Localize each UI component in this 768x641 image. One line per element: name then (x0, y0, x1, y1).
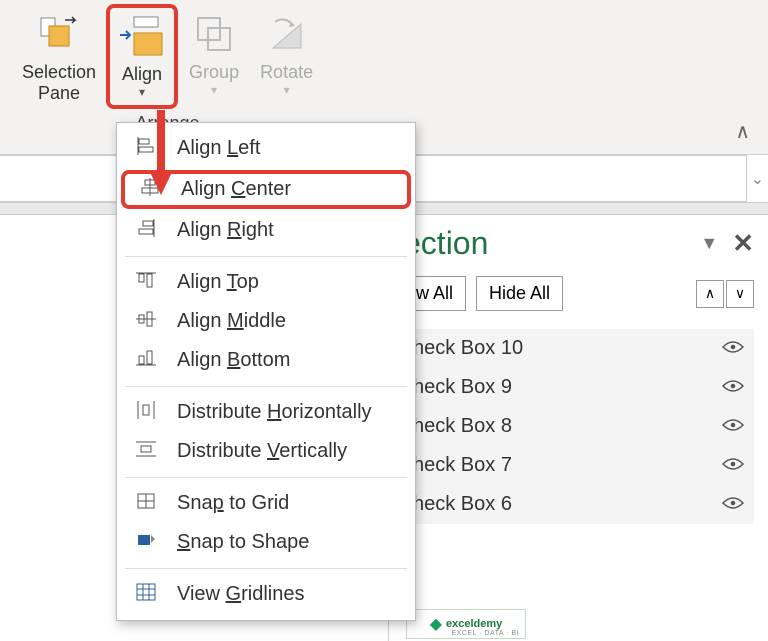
distribute-horizontally-item[interactable]: Distribute Horizontally (117, 393, 415, 432)
distribute-vertical-icon (133, 440, 159, 463)
align-icon (118, 12, 166, 60)
list-item-label: heck Box 6 (413, 493, 512, 516)
menu-separator (125, 256, 407, 257)
view-gridlines-label: View Gridlines (177, 583, 304, 606)
list-item-label: heck Box 10 (413, 337, 523, 360)
collapse-ribbon-icon[interactable]: ∧ (735, 119, 750, 144)
gridlines-icon (133, 583, 159, 606)
align-center-icon (137, 178, 163, 201)
snap-to-shape-item[interactable]: Snap to Shape (117, 523, 415, 562)
align-bottom-label: Align Bottom (177, 349, 290, 372)
move-up-button[interactable]: ∧ (696, 280, 724, 308)
align-middle-item[interactable]: Align Middle (117, 302, 415, 341)
align-button[interactable]: Align ▾ (106, 4, 178, 109)
pane-options-caret[interactable]: ▼ (700, 233, 718, 254)
snap-to-grid-item[interactable]: Snap to Grid (117, 484, 415, 523)
snap-shape-icon (133, 531, 159, 554)
align-right-icon (133, 219, 159, 242)
selection-pane-button[interactable]: Selection Pane (12, 4, 106, 109)
align-left-item[interactable]: Align Left (117, 129, 415, 168)
align-left-label: Align Left (177, 137, 260, 160)
group-icon (190, 10, 238, 58)
align-middle-label: Align Middle (177, 310, 286, 333)
align-middle-icon (133, 310, 159, 333)
list-item[interactable]: heck Box 10 (403, 329, 754, 368)
selection-pane-icon (35, 10, 83, 58)
list-item[interactable]: heck Box 9 (403, 368, 754, 407)
chevron-down-icon: ▾ (284, 83, 290, 97)
align-right-item[interactable]: Align Right (117, 211, 415, 250)
rotate-icon (263, 10, 311, 58)
rotate-label: Rotate (260, 62, 313, 83)
menu-separator (125, 477, 407, 478)
selection-pane-label: Selection Pane (22, 62, 96, 103)
watermark-brand: exceldemy (446, 618, 502, 630)
align-left-icon (133, 137, 159, 160)
snap-grid-icon (133, 492, 159, 515)
snap-grid-label: Snap to Grid (177, 492, 289, 515)
snap-shape-label: Snap to Shape (177, 531, 309, 554)
selection-list: heck Box 10 heck Box 9 heck Box 8 heck B… (403, 329, 754, 524)
align-top-label: Align Top (177, 271, 259, 294)
chevron-down-icon: ▾ (211, 83, 217, 97)
group-button[interactable]: Group ▾ (178, 4, 250, 109)
list-item[interactable]: heck Box 7 (403, 446, 754, 485)
distribute-horizontal-label: Distribute Horizontally (177, 401, 372, 424)
visibility-toggle-icon[interactable] (722, 415, 744, 438)
distribute-horizontal-icon (133, 401, 159, 424)
distribute-vertically-item[interactable]: Distribute Vertically (117, 432, 415, 471)
align-top-icon (133, 271, 159, 294)
list-item-label: heck Box 8 (413, 415, 512, 438)
distribute-vertical-label: Distribute Vertically (177, 440, 347, 463)
visibility-toggle-icon[interactable] (722, 376, 744, 399)
menu-separator (125, 386, 407, 387)
menu-separator (125, 568, 407, 569)
rotate-button[interactable]: Rotate ▾ (250, 4, 323, 109)
watermark-icon: ◆ (430, 614, 442, 634)
formula-expand-icon[interactable]: ⌄ (746, 155, 768, 202)
align-right-label: Align Right (177, 219, 274, 242)
visibility-toggle-icon[interactable] (722, 337, 744, 360)
watermark-sub: EXCEL · DATA · BI (452, 630, 520, 637)
list-item-label: heck Box 9 (413, 376, 512, 399)
chevron-down-icon: ▾ (139, 85, 145, 99)
align-center-item[interactable]: Align Center (121, 170, 411, 209)
align-bottom-item[interactable]: Align Bottom (117, 341, 415, 380)
align-dropdown: Align Left Align Center Align Right Alig… (116, 122, 416, 621)
hide-all-button[interactable]: Hide All (476, 276, 563, 311)
align-center-label: Align Center (181, 178, 291, 201)
watermark: ◆ exceldemy EXCEL · DATA · BI (406, 609, 526, 639)
visibility-toggle-icon[interactable] (722, 454, 744, 477)
move-down-button[interactable]: ∨ (726, 280, 754, 308)
view-gridlines-item[interactable]: View Gridlines (117, 575, 415, 614)
align-bottom-icon (133, 349, 159, 372)
align-top-item[interactable]: Align Top (117, 263, 415, 302)
list-item[interactable]: heck Box 6 (403, 485, 754, 524)
list-item[interactable]: heck Box 8 (403, 407, 754, 446)
selection-pane: ection ▼ ✕ w All Hide All ∧ ∨ heck Box 1… (388, 215, 768, 641)
list-item-label: heck Box 7 (413, 454, 512, 477)
close-pane-icon[interactable]: ✕ (732, 228, 754, 259)
group-label: Group (189, 62, 239, 83)
align-label: Align (122, 64, 162, 85)
visibility-toggle-icon[interactable] (722, 493, 744, 516)
